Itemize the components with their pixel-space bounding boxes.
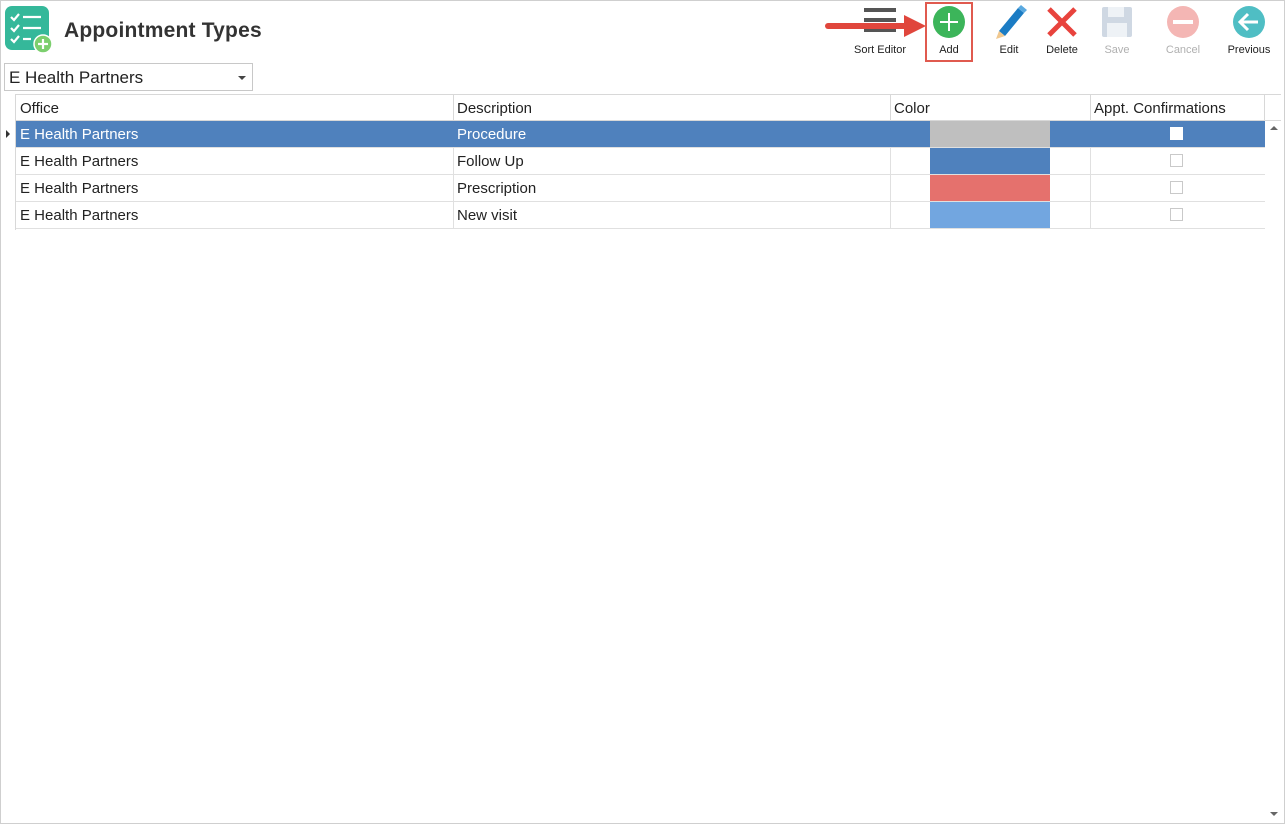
office-cell[interactable]: E Health Partners xyxy=(16,202,454,228)
column-header-color[interactable]: Color xyxy=(890,95,1091,121)
office-dropdown[interactable]: E Health Partners xyxy=(4,63,253,91)
column-header-appt-confirmations[interactable]: Appt. Confirmations xyxy=(1090,95,1265,121)
appt-confirmations-cell xyxy=(1090,175,1265,201)
save-button[interactable]: Save xyxy=(1098,4,1136,62)
appt-confirmations-checkbox[interactable] xyxy=(1170,181,1183,194)
office-cell[interactable]: E Health Partners xyxy=(16,121,454,147)
description-cell[interactable]: Prescription xyxy=(453,175,891,201)
cancel-label: Cancel xyxy=(1165,44,1201,56)
edit-label: Edit xyxy=(999,44,1019,56)
appt-confirmations-checkbox[interactable] xyxy=(1170,154,1183,167)
delete-label: Delete xyxy=(1046,44,1078,56)
color-cell[interactable] xyxy=(890,148,1091,174)
current-row-indicator-icon xyxy=(6,130,10,138)
minus-circle-icon xyxy=(1167,6,1199,38)
description-cell[interactable]: Procedure xyxy=(453,121,891,147)
table-row[interactable]: E Health Partners Prescription xyxy=(16,175,1265,202)
table-row[interactable]: E Health Partners New visit xyxy=(16,202,1265,229)
office-cell[interactable]: E Health Partners xyxy=(16,148,454,174)
appt-confirmations-cell xyxy=(1090,202,1265,228)
cancel-button[interactable]: Cancel xyxy=(1163,4,1203,62)
scroll-down-icon[interactable] xyxy=(1270,812,1278,816)
color-swatch xyxy=(930,148,1050,174)
delete-button[interactable]: Delete xyxy=(1042,4,1082,62)
appt-confirmations-checkbox[interactable] xyxy=(1170,127,1183,140)
color-cell[interactable] xyxy=(890,202,1091,228)
color-swatch xyxy=(930,175,1050,201)
pencil-icon xyxy=(996,5,1027,39)
edit-button[interactable]: Edit xyxy=(990,4,1028,62)
appt-confirmations-cell xyxy=(1090,121,1265,147)
previous-label: Previous xyxy=(1227,44,1271,56)
description-cell[interactable]: Follow Up xyxy=(453,148,891,174)
color-cell[interactable] xyxy=(890,175,1091,201)
add-button[interactable]: Add xyxy=(930,4,968,62)
appt-confirmations-checkbox[interactable] xyxy=(1170,208,1183,221)
table-row[interactable]: E Health Partners Follow Up xyxy=(16,148,1265,175)
column-header-description[interactable]: Description xyxy=(453,95,891,121)
office-dropdown-value: E Health Partners xyxy=(9,68,144,87)
color-cell[interactable] xyxy=(890,121,1091,147)
table-row[interactable]: E Health Partners Procedure xyxy=(6,121,1265,148)
callout-arrow-icon xyxy=(825,15,926,37)
vertical-scrollbar[interactable] xyxy=(1266,122,1283,820)
grid-header: Office Description Color Appt. Confirmat… xyxy=(16,94,1281,121)
color-swatch xyxy=(930,121,1050,147)
save-label: Save xyxy=(1104,44,1130,56)
sort-editor-label: Sort Editor xyxy=(854,44,906,56)
scroll-up-icon[interactable] xyxy=(1270,126,1278,130)
plus-circle-icon xyxy=(933,6,965,38)
row-indicator-column xyxy=(0,94,16,230)
floppy-disk-icon xyxy=(1102,7,1132,37)
arrow-left-circle-icon xyxy=(1233,6,1265,38)
appt-confirmations-cell xyxy=(1090,148,1265,174)
color-swatch xyxy=(930,202,1050,228)
chevron-down-icon xyxy=(238,76,246,80)
page-title: Appointment Types xyxy=(64,19,262,42)
close-x-icon xyxy=(1047,7,1077,37)
office-cell[interactable]: E Health Partners xyxy=(16,175,454,201)
add-label: Add xyxy=(939,44,959,56)
checklist-add-icon xyxy=(5,6,53,54)
column-header-office[interactable]: Office xyxy=(16,95,454,121)
description-cell[interactable]: New visit xyxy=(453,202,891,228)
previous-button[interactable]: Previous xyxy=(1226,4,1272,62)
